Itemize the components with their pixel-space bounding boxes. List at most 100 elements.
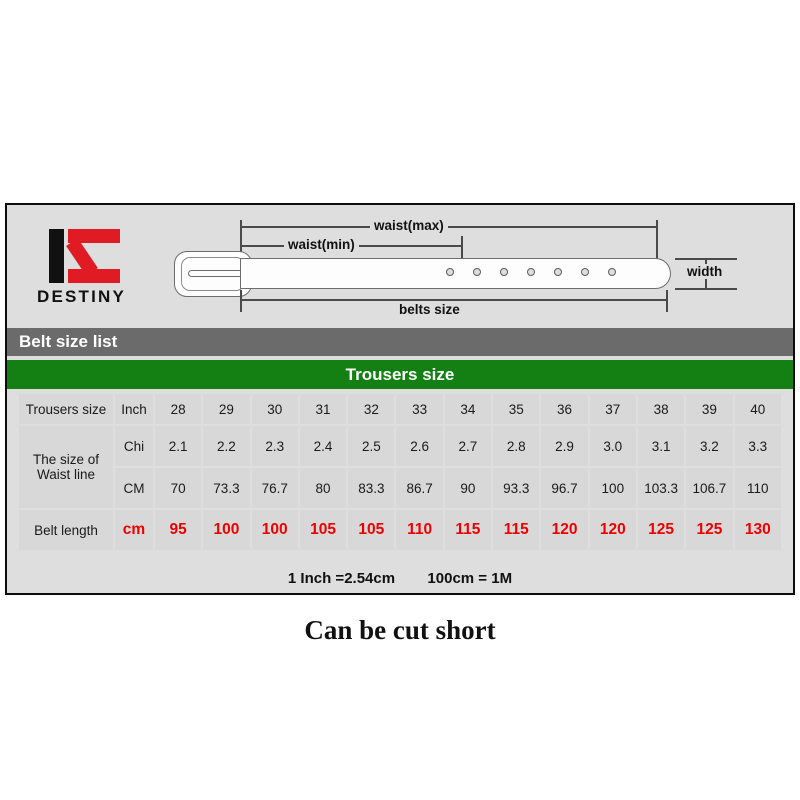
cell-belt-4: 105	[348, 510, 395, 550]
trousers-size-title: Trousers size	[345, 364, 455, 384]
size-table: Trousers size Inch 28 29 30 31 32 33 34 …	[17, 392, 783, 552]
cell-belt-5: 110	[396, 510, 443, 550]
waist-max-tick-right	[656, 220, 658, 260]
belt-size-chart-image: DESTINY waist(max) waist(min) belts size…	[0, 0, 800, 800]
cell-inch-6: 34	[444, 394, 492, 424]
belt-size-list-header: Belt size list	[7, 328, 793, 356]
cell-cm-7: 93.3	[493, 468, 540, 508]
cell-chi-8: 2.9	[541, 426, 588, 466]
cell-inch-11: 39	[686, 394, 733, 424]
cell-cm-1: 73.3	[203, 468, 250, 508]
cell-chi-3: 2.4	[299, 426, 347, 466]
cell-chi-12: 3.3	[734, 426, 781, 466]
conversion-inch: 1 Inch =2.54cm	[287, 570, 396, 587]
cell-inch-5: 33	[396, 394, 443, 424]
row-label-waist-line-1: The size of	[32, 452, 100, 467]
row-label-belt-length: Belt length	[19, 510, 113, 550]
waist-max-label: waist(max)	[370, 218, 448, 233]
row-label-waist-line-2: Waist line	[36, 467, 95, 482]
cell-cm-6: 90	[444, 468, 492, 508]
cell-belt-2: 100	[251, 510, 298, 550]
row-label-waist-line: The size of Waist line	[19, 426, 113, 508]
cell-inch-8: 36	[541, 394, 588, 424]
cell-chi-1: 2.2	[203, 426, 250, 466]
unit-chi: Chi	[115, 426, 153, 466]
cell-belt-0: 95	[155, 510, 202, 550]
cell-belt-9: 120	[589, 510, 636, 550]
cell-chi-2: 2.3	[251, 426, 298, 466]
size-chart-panel: DESTINY waist(max) waist(min) belts size…	[5, 203, 795, 595]
row-label-trousers-size: Trousers size	[19, 394, 113, 424]
belt-hole	[446, 268, 454, 276]
cell-chi-10: 3.1	[637, 426, 685, 466]
belt-size-list-title: Belt size list	[19, 332, 118, 351]
cell-belt-10: 125	[637, 510, 685, 550]
cell-chi-5: 2.6	[396, 426, 443, 466]
cell-belt-12: 130	[734, 510, 781, 550]
cell-inch-3: 31	[299, 394, 347, 424]
table-row-cm: CM 70 73.3 76.7 80 83.3 86.7 90 93.3 96.…	[19, 468, 781, 508]
cell-cm-9: 100	[589, 468, 636, 508]
belts-size-tick-left	[240, 290, 242, 312]
cell-inch-7: 35	[493, 394, 540, 424]
bottom-caption: Can be cut short	[304, 615, 496, 645]
logo-i-bar	[49, 229, 64, 283]
belt-hole	[581, 268, 589, 276]
brand-logo: DESTINY	[37, 227, 157, 312]
belt-buckle-prong	[188, 270, 248, 277]
unit-cm: CM	[115, 468, 153, 508]
cell-belt-7: 115	[493, 510, 540, 550]
unit-belt-cm: cm	[115, 510, 153, 550]
belts-size-label: belts size	[395, 302, 464, 317]
cell-belt-11: 125	[686, 510, 733, 550]
unit-inch: Inch	[115, 394, 153, 424]
iz-monogram-icon	[43, 227, 135, 283]
table-row-chi: The size of Waist line Chi 2.1 2.2 2.3 2…	[19, 426, 781, 508]
belt-hole	[608, 268, 616, 276]
belt-diagram: waist(max) waist(min) belts size width	[162, 210, 777, 330]
cell-belt-6: 115	[444, 510, 492, 550]
belt-strap-tip	[617, 258, 671, 289]
cell-chi-11: 3.2	[686, 426, 733, 466]
cell-inch-10: 38	[637, 394, 685, 424]
belts-size-tick-right	[666, 290, 668, 312]
cell-inch-4: 32	[348, 394, 395, 424]
belt-hole	[554, 268, 562, 276]
width-line-bottom	[675, 288, 737, 290]
cell-chi-6: 2.7	[444, 426, 492, 466]
cell-chi-9: 3.0	[589, 426, 636, 466]
cell-cm-3: 80	[299, 468, 347, 508]
cell-cm-11: 106.7	[686, 468, 733, 508]
belt-hole	[527, 268, 535, 276]
logo-z-bottom-bar	[68, 269, 120, 283]
cell-cm-10: 103.3	[637, 468, 685, 508]
cell-chi-0: 2.1	[155, 426, 202, 466]
waist-min-tick-right	[461, 236, 463, 260]
table-row-trousers-size: Trousers size Inch 28 29 30 31 32 33 34 …	[19, 394, 781, 424]
width-label: width	[683, 264, 727, 279]
cell-belt-3: 105	[299, 510, 347, 550]
unit-conversion-note: 1 Inch =2.54cm 100cm = 1M	[7, 570, 793, 587]
cell-inch-2: 30	[251, 394, 298, 424]
cell-inch-9: 37	[589, 394, 636, 424]
cell-inch-12: 40	[734, 394, 781, 424]
cell-cm-8: 96.7	[541, 468, 588, 508]
cell-cm-5: 86.7	[396, 468, 443, 508]
cell-inch-1: 29	[203, 394, 250, 424]
cell-cm-2: 76.7	[251, 468, 298, 508]
cell-cm-12: 110	[734, 468, 781, 508]
cell-chi-7: 2.8	[493, 426, 540, 466]
cell-cm-0: 70	[155, 468, 202, 508]
cell-belt-1: 100	[203, 510, 250, 550]
brand-name: DESTINY	[37, 287, 127, 306]
belts-size-line	[240, 299, 667, 301]
belt-hole	[500, 268, 508, 276]
cell-chi-4: 2.5	[348, 426, 395, 466]
waist-min-label: waist(min)	[284, 237, 359, 252]
belt-hole	[473, 268, 481, 276]
cell-belt-8: 120	[541, 510, 588, 550]
table-row-belt-length: Belt length cm 95 100 100 105 105 110 11…	[19, 510, 781, 550]
conversion-meter: 100cm = 1M	[427, 570, 513, 587]
trousers-size-header: Trousers size	[7, 360, 793, 389]
cell-inch-0: 28	[155, 394, 202, 424]
